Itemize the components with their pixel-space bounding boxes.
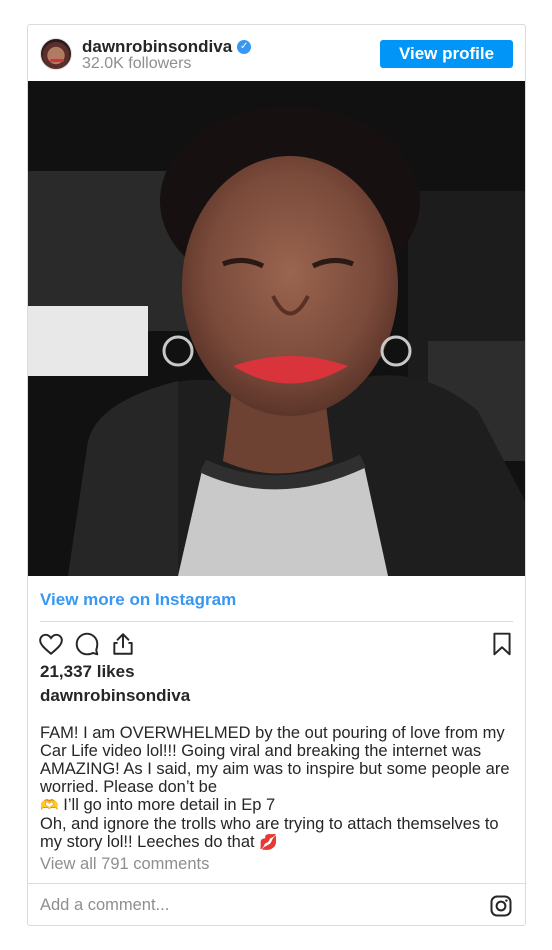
view-more-link[interactable]: View more on Instagram [40, 590, 236, 610]
post-photo-illustration [28, 81, 525, 576]
heart-hands-emoji: 🫶 [40, 797, 59, 814]
comment-icon[interactable] [74, 631, 100, 657]
instagram-embed: dawnrobinsondiva ✓ 32.0K followers View … [27, 24, 526, 926]
caption: FAM! I am OVERWHELMED by the out pouring… [40, 724, 515, 852]
caption-text-1: FAM! I am OVERWHELMED by the out pouring… [40, 724, 510, 796]
follower-count: 32.0K followers [82, 55, 192, 72]
username[interactable]: dawnrobinsondiva [82, 37, 232, 57]
heart-icon[interactable] [38, 631, 64, 657]
share-icon[interactable] [110, 631, 136, 657]
view-comments-link[interactable]: View all 791 comments [40, 855, 209, 874]
bookmark-icon[interactable] [489, 631, 515, 657]
username-row: dawnrobinsondiva ✓ [82, 37, 252, 57]
caption-text-2-body: I’ll go into more detail in Ep 7 [58, 796, 276, 814]
comment-input[interactable] [40, 894, 460, 916]
lips-emoji: 💋 [259, 834, 278, 851]
instagram-icon[interactable] [489, 894, 513, 918]
caption-author[interactable]: dawnrobinsondiva [40, 686, 190, 706]
caption-text-3: Oh, and ignore the trolls who are trying… [40, 815, 515, 852]
avatar[interactable] [40, 38, 72, 70]
comment-bar [28, 883, 525, 926]
post-header: dawnrobinsondiva ✓ 32.0K followers View … [28, 25, 525, 81]
verified-icon: ✓ [237, 40, 252, 54]
view-profile-button[interactable]: View profile [380, 40, 513, 68]
divider [40, 621, 513, 622]
action-bar [28, 627, 525, 661]
like-count[interactable]: 21,337 likes [40, 662, 135, 682]
post-image[interactable] [28, 81, 525, 576]
caption-text-2: 🫶 I’ll go into more detail in Ep 7 [40, 796, 515, 815]
